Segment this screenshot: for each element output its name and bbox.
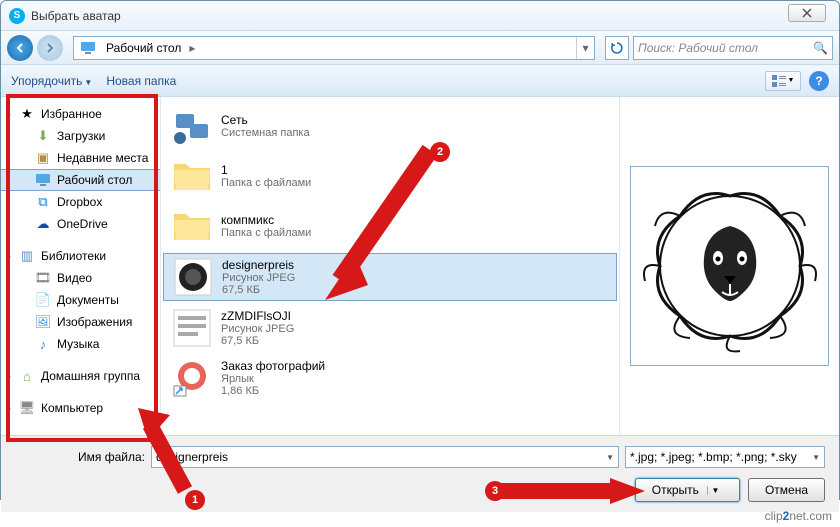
network-icon	[171, 105, 213, 147]
sidebar: ▸★Избранное ⬇Загрузки ▣Недавние места Ра…	[1, 97, 161, 435]
dropbox-icon: ⧉	[35, 194, 51, 210]
open-button[interactable]: Открыть▼	[635, 478, 740, 502]
refresh-icon	[610, 41, 624, 55]
view-switcher[interactable]: ▼	[765, 71, 801, 91]
file-item-network[interactable]: СетьСистемная папка	[163, 103, 617, 149]
skype-icon: S	[9, 8, 25, 24]
filename-input[interactable]: designerpreis▼	[151, 446, 619, 468]
file-item-folder-1[interactable]: 1Папка с файлами	[163, 153, 617, 199]
chevron-right-icon[interactable]: ▸	[185, 41, 199, 55]
forward-button[interactable]	[37, 35, 63, 61]
cancel-button[interactable]: Отмена	[748, 478, 825, 502]
file-item-zzmdiflsoji[interactable]: zZMDIFlsOJIРисунок JPEG67,5 КБ	[163, 305, 617, 351]
arrow-left-icon	[14, 42, 26, 54]
sidebar-desktop[interactable]: Рабочий стол	[1, 169, 160, 191]
desktop-icon	[35, 172, 51, 188]
bottom-panel: Имя файла: designerpreis▼ *.jpg; *.jpeg;…	[1, 435, 839, 512]
refresh-button[interactable]	[605, 36, 629, 60]
folder-icon	[171, 205, 213, 247]
sidebar-dropbox[interactable]: ⧉Dropbox	[1, 191, 160, 213]
homegroup-icon: ⌂	[19, 368, 35, 384]
arrow-right-icon	[44, 42, 56, 54]
sidebar-documents[interactable]: 📄Документы	[1, 289, 160, 311]
jpeg-thumb-icon	[172, 256, 214, 298]
computer-icon: 🖥	[19, 400, 35, 416]
sidebar-music[interactable]: ♪Музыка	[1, 333, 160, 355]
sidebar-images[interactable]: 🖼Изображения	[1, 311, 160, 333]
video-icon: 🎞	[35, 270, 51, 286]
desktop-icon	[78, 38, 98, 58]
filename-label: Имя файла:	[15, 450, 145, 464]
filetype-filter[interactable]: *.jpg; *.jpeg; *.bmp; *.png; *.sky▼	[625, 446, 825, 468]
close-icon	[802, 8, 812, 18]
back-button[interactable]	[7, 35, 33, 61]
breadcrumb-dropdown[interactable]: ▾	[576, 37, 594, 59]
list-view-icon	[772, 75, 786, 87]
download-icon: ⬇	[35, 128, 51, 144]
document-icon: 📄	[35, 292, 51, 308]
file-item-designerpreis[interactable]: designerpreisРисунок JPEG67,5 КБ	[163, 253, 617, 301]
library-icon: ▥	[19, 248, 35, 264]
annotation-number-1: 1	[185, 490, 205, 510]
organize-menu[interactable]: Упорядочить▼	[11, 74, 92, 88]
search-placeholder: Поиск: Рабочий стол	[638, 41, 758, 55]
annotation-number-2: 2	[430, 142, 450, 162]
toolbar: Упорядочить▼ Новая папка ▼ ?	[1, 65, 839, 97]
shortcut-icon	[171, 357, 213, 399]
navigation-bar: Рабочий стол ▸ ▾ Поиск: Рабочий стол 🔍	[1, 31, 839, 65]
search-input[interactable]: Поиск: Рабочий стол 🔍	[633, 36, 833, 60]
sidebar-onedrive[interactable]: ☁OneDrive	[1, 213, 160, 235]
file-list: СетьСистемная папка 1Папка с файлами ком…	[161, 97, 619, 435]
onedrive-icon: ☁	[35, 216, 51, 232]
sidebar-video[interactable]: 🎞Видео	[1, 267, 160, 289]
sidebar-homegroup[interactable]: ▸⌂Домашняя группа	[1, 365, 160, 387]
file-item-folder-kompmix[interactable]: компмиксПапка с файлами	[163, 203, 617, 249]
jpeg-thumb-icon	[171, 307, 213, 349]
breadcrumb[interactable]: Рабочий стол ▸ ▾	[73, 36, 595, 60]
new-folder-button[interactable]: Новая папка	[106, 74, 176, 88]
search-icon: 🔍	[813, 41, 828, 55]
lion-preview-icon	[635, 171, 825, 361]
file-item-photo-order[interactable]: Заказ фотографийЯрлык1,86 КБ	[163, 355, 617, 401]
help-button[interactable]: ?	[809, 71, 829, 91]
preview-image	[630, 166, 829, 366]
star-icon: ★	[19, 106, 35, 122]
sidebar-recent[interactable]: ▣Недавние места	[1, 147, 160, 169]
annotation-number-3: 3	[485, 481, 505, 501]
window-title: Выбрать аватар	[31, 9, 121, 23]
breadcrumb-location[interactable]: Рабочий стол	[102, 41, 185, 55]
open-split-dropdown[interactable]: ▼	[707, 486, 723, 495]
sidebar-computer[interactable]: ▸🖥Компьютер	[1, 397, 160, 419]
recent-icon: ▣	[35, 150, 51, 166]
titlebar: S Выбрать аватар	[1, 1, 839, 31]
folder-icon	[171, 155, 213, 197]
image-icon: 🖼	[35, 314, 51, 330]
preview-pane	[619, 97, 839, 435]
sidebar-downloads[interactable]: ⬇Загрузки	[1, 125, 160, 147]
sidebar-favorites[interactable]: ▸★Избранное	[1, 103, 160, 125]
music-icon: ♪	[35, 336, 51, 352]
window-close-button[interactable]	[788, 4, 826, 22]
watermark: clip2net.com	[765, 508, 832, 523]
sidebar-libraries[interactable]: ▸▥Библиотеки	[1, 245, 160, 267]
